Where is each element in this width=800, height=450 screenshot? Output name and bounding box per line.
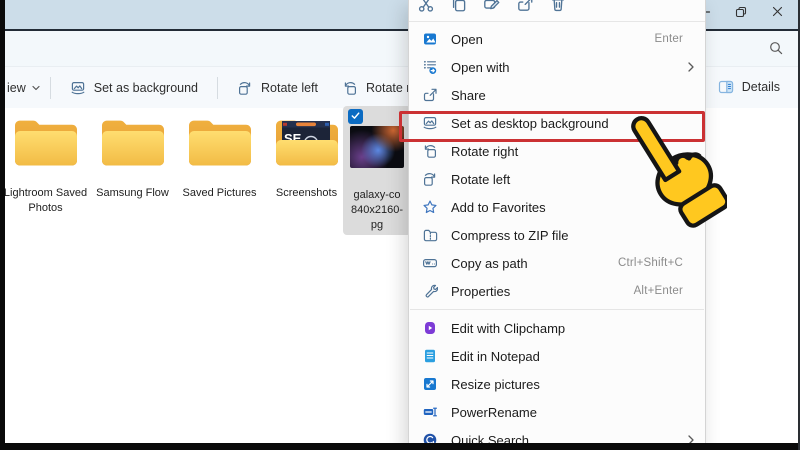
folder-tile-samsung-flow[interactable]: Samsung Flow [89,110,176,215]
folder-icon [187,116,253,170]
menu-item-label: Copy as path [451,256,618,271]
menu-item-shortcut: Enter [655,33,684,45]
menu-item-label: Properties [451,284,634,299]
view-dropdown[interactable]: iew [5,76,43,100]
set-as-desktop-background-icon [70,80,86,96]
copy-as-path-icon [422,255,438,271]
folder-name-label: Lightroom Saved Photos [4,186,88,215]
compress-zip-icon [422,227,438,243]
delete-button[interactable] [549,0,567,21]
menu-item-label: Open [451,32,655,47]
menu-divider [410,309,704,310]
screenshot-border-bottom [0,443,800,450]
screenshot-border-left [0,0,5,450]
menu-item-shortcut: Ctrl+Shift+C [618,257,683,269]
share-icon [516,0,534,17]
rotate-left-button[interactable]: Rotate left [225,74,330,102]
details-button[interactable]: Details [718,67,780,106]
toolbar-separator [217,77,218,99]
folder-name-label: Screenshots [276,186,337,201]
notepad-icon [422,348,438,364]
hand-cursor [622,100,727,235]
search-button[interactable] [766,40,786,60]
rotate-right-icon [422,143,438,159]
toolbar-separator [50,77,51,99]
add-to-favorites-icon [422,199,438,215]
close-icon [771,5,784,23]
rename-icon [483,0,501,17]
menu-item-open-with[interactable]: Open with [409,53,705,81]
properties-icon [422,283,438,299]
galaxy-image-thumbnail [350,126,404,168]
menu-item-copy-as-path[interactable]: Copy as path Ctrl+Shift+C [409,249,705,277]
menu-item-label: Resize pictures [451,377,695,392]
open-with-icon [422,59,438,75]
file-explorer-window: iew Set as backgroundRotate leftRotate r… [0,0,800,450]
selection-checkbox[interactable] [348,109,363,124]
menu-item-label: Edit with Clipchamp [451,321,695,336]
menu-item-resize-pictures[interactable]: Resize pictures [409,370,705,398]
menu-item-label: PowerRename [451,405,695,420]
share-icon [422,87,438,103]
set-as-background-button[interactable]: Set as background [58,74,210,102]
rotate-left-icon [237,80,253,96]
maximize-restore-icon [734,5,748,24]
file-name-label: galaxy-co 840x2160- pg [343,188,411,233]
folder-name-label: Samsung Flow [96,186,169,201]
toolbar-button-label: Rotate left [261,81,318,95]
folder-tile-screenshots[interactable]: SE Screenshots [263,110,350,215]
menu-item-edit-with-clipchamp[interactable]: Edit with Clipchamp [409,314,705,342]
maximize-button[interactable] [730,3,752,25]
rotate-right-icon [342,80,358,96]
share-button[interactable] [516,0,534,21]
menu-item-shortcut: Alt+Enter [634,285,683,297]
copy-icon [450,0,468,17]
menu-item-edit-in-notepad[interactable]: Edit in Notepad [409,342,705,370]
folder-name-label: Saved Pictures [183,186,257,201]
cut-icon [417,0,435,17]
menu-item-label: Open with [451,60,685,75]
menu-item-label: Edit in Notepad [451,349,695,364]
folder-tile-saved-pictures[interactable]: Saved Pictures [176,110,263,215]
powerrename-icon [422,404,438,420]
clipchamp-icon [422,320,438,336]
open-icon [422,31,438,47]
folder-icon-with-preview: SE [274,116,340,170]
menu-item-open[interactable]: Open Enter [409,25,705,53]
delete-icon [549,0,567,17]
folder-icon [100,116,166,170]
quick-actions-row [409,0,705,22]
window-controls [694,3,788,25]
copy-button[interactable] [450,0,468,21]
details-pane-icon [718,79,734,95]
submenu-chevron-icon [685,61,695,73]
menu-item-properties[interactable]: Properties Alt+Enter [409,277,705,305]
rename-button[interactable] [483,0,501,21]
check-icon [350,108,361,126]
cut-button[interactable] [417,0,435,21]
search-icon [768,40,784,61]
rotate-left-icon [422,171,438,187]
view-label: iew [7,81,26,95]
resize-pictures-icon [422,376,438,392]
folder-icon [13,116,79,170]
toolbar-button-label: Set as background [94,81,198,95]
details-label: Details [742,80,780,94]
close-button[interactable] [766,3,788,25]
folder-tile-lightroom-saved-photos[interactable]: Lightroom Saved Photos [2,110,89,215]
menu-item-powerrename[interactable]: PowerRename [409,398,705,426]
chevron-down-icon [31,81,41,95]
